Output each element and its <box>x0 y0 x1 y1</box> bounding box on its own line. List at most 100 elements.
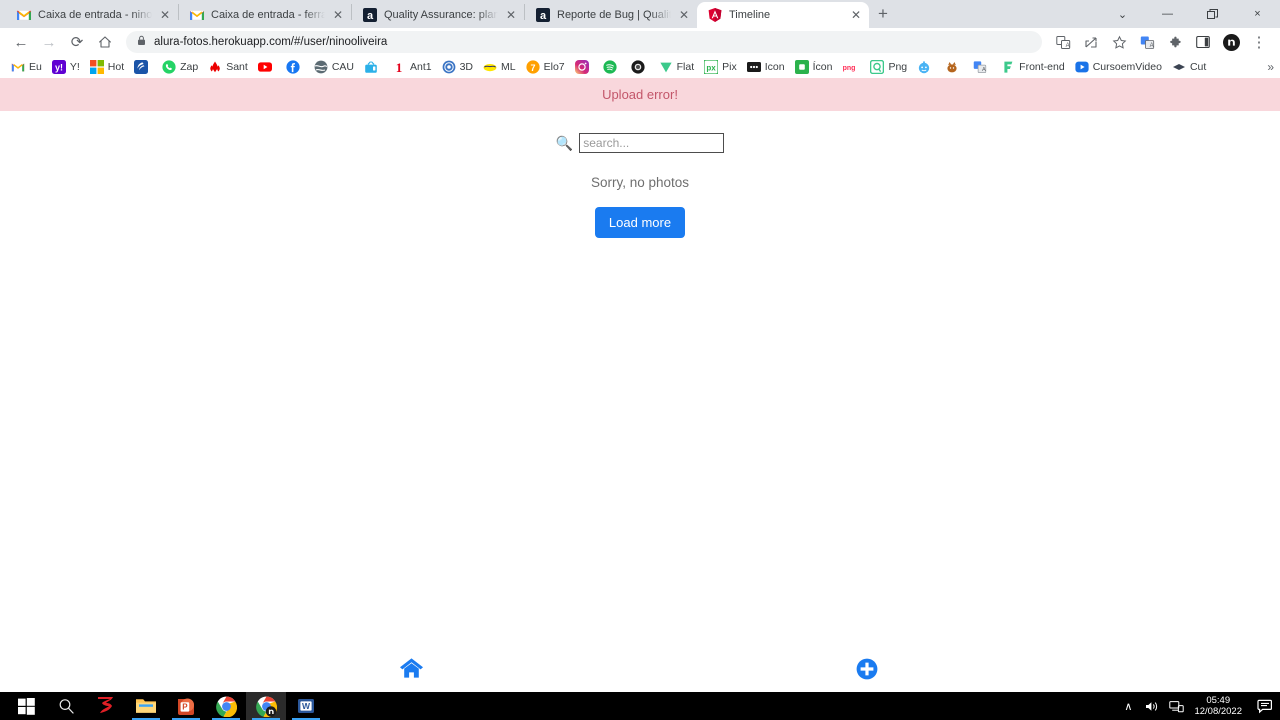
bookmark-item[interactable] <box>253 57 281 77</box>
browser-tab-1[interactable]: Caixa de entrada - ninoarquitetos ✕ <box>6 2 178 28</box>
bookmark-item[interactable] <box>912 57 940 77</box>
bookmark-item[interactable]: A <box>968 57 996 77</box>
taskbar-search-icon[interactable] <box>46 692 86 720</box>
bookmark-item[interactable] <box>940 57 968 77</box>
network-icon[interactable] <box>1164 692 1188 720</box>
close-icon[interactable]: ✕ <box>849 8 863 22</box>
bookmark-item[interactable]: px Pix <box>699 57 742 77</box>
tv-icon <box>364 60 378 74</box>
bookmark-label: Front-end <box>1019 61 1065 73</box>
profile-avatar-icon[interactable] <box>1218 29 1244 55</box>
lock-icon <box>136 33 147 51</box>
bookmark-label: Cut <box>1189 61 1207 73</box>
add-photo-icon[interactable] <box>856 658 878 685</box>
bookmark-item[interactable]: Front-end <box>996 57 1070 77</box>
forward-icon[interactable]: → <box>36 29 62 55</box>
bookmark-item[interactable]: Icon <box>742 57 790 77</box>
bookmark-item[interactable] <box>626 57 654 77</box>
bookmark-item[interactable]: Flat <box>654 57 700 77</box>
back-icon[interactable]: ← <box>8 29 34 55</box>
bookmark-item[interactable]: Cut <box>1167 57 1211 77</box>
share-icon[interactable] <box>1078 29 1104 55</box>
tab-search-chevron-icon[interactable]: ⌄ <box>1100 0 1145 28</box>
maximize-button[interactable] <box>1190 0 1235 28</box>
taskbar-word-icon[interactable]: W <box>286 692 326 720</box>
mercadolivre-icon <box>483 60 497 74</box>
sidepanel-icon[interactable] <box>1190 29 1216 55</box>
minimize-button[interactable]: — <box>1145 0 1190 28</box>
bookmark-item[interactable]: Png <box>865 57 912 77</box>
alura-icon: a <box>535 7 551 23</box>
bookmark-item[interactable]: y! Y! <box>47 57 85 77</box>
bookmark-item[interactable]: Eu <box>6 57 47 77</box>
volume-icon[interactable] <box>1140 692 1164 720</box>
close-icon[interactable]: ✕ <box>331 8 345 22</box>
bookmark-item[interactable]: Sant <box>203 57 253 77</box>
close-icon[interactable]: ✕ <box>677 8 691 22</box>
new-tab-button[interactable]: + <box>869 0 897 28</box>
bookmark-item[interactable]: CAU <box>309 57 359 77</box>
one-icon: 1 <box>392 60 406 75</box>
whatsapp-icon <box>162 60 176 74</box>
bookmark-item[interactable]: Zap <box>157 57 203 77</box>
bookmark-item[interactable]: ML <box>478 57 521 77</box>
bookmark-item[interactable] <box>359 57 387 77</box>
extensions-puzzle-icon[interactable] <box>1162 29 1188 55</box>
close-icon[interactable]: ✕ <box>504 8 518 22</box>
bookmark-star-icon[interactable] <box>1106 29 1132 55</box>
bookmark-label: Ant1 <box>409 61 432 73</box>
bookmark-label: CAU <box>331 61 354 73</box>
taskbar-powerpoint-icon[interactable]: P <box>166 692 206 720</box>
bookmark-label: Zap <box>180 61 199 73</box>
bookmark-item[interactable] <box>598 57 626 77</box>
bookmark-item[interactable]: 7 Elo7 <box>521 57 570 77</box>
taskbar-clock[interactable]: 05:49 12/08/2022 <box>1188 695 1250 717</box>
squirrel-icon <box>945 60 959 74</box>
svg-text:P: P <box>182 703 188 712</box>
bookmark-item[interactable]: Ícon <box>790 57 838 77</box>
bookmark-item[interactable]: Hot <box>85 57 129 77</box>
home-icon[interactable] <box>92 29 118 55</box>
yahoo-icon: y! <box>51 60 66 74</box>
upload-error-alert: Upload error! <box>0 78 1280 111</box>
show-hidden-icons-chevron-icon[interactable]: ∧ <box>1116 692 1140 720</box>
browser-tab-5-active[interactable]: Timeline ✕ <box>697 2 869 28</box>
elo7-icon: 7 <box>526 60 540 74</box>
search-input[interactable] <box>579 133 725 153</box>
browser-tab-2[interactable]: Caixa de entrada - ferramentasde ✕ <box>179 2 351 28</box>
taskbar-chrome-icon[interactable] <box>206 692 246 720</box>
taskbar-sketchup-icon[interactable] <box>86 692 126 720</box>
bookmark-item[interactable] <box>129 57 157 77</box>
taskbar-file-explorer-icon[interactable] <box>126 692 166 720</box>
bookmark-item[interactable]: CursoemVideo <box>1070 57 1167 77</box>
load-more-button[interactable]: Load more <box>594 207 686 238</box>
tab-title: Quality Assurance: plano de teste <box>384 9 498 21</box>
bookmark-item[interactable]: png <box>837 57 865 77</box>
bookmark-item[interactable] <box>281 57 309 77</box>
bookmarks-overflow-button[interactable]: » <box>1267 60 1274 74</box>
svg-text:A: A <box>1065 42 1069 48</box>
close-window-button[interactable]: × <box>1235 0 1280 28</box>
close-icon[interactable]: ✕ <box>158 8 172 22</box>
chrome-menu-icon[interactable]: ⋮ <box>1246 29 1272 55</box>
tab-title: Reporte de Bug | Quality Assuran <box>557 9 671 21</box>
system-tray: ∧ 05:49 12/08/2022 <box>1116 692 1280 720</box>
extension-translate-icon[interactable]: A <box>1134 29 1160 55</box>
taskbar-chrome-profile-icon[interactable] <box>246 692 286 720</box>
browser-tab-4[interactable]: a Reporte de Bug | Quality Assuran ✕ <box>525 2 697 28</box>
bookmark-item[interactable] <box>570 57 598 77</box>
gmail-icon <box>16 7 32 23</box>
bookmark-item[interactable]: 1 Ant1 <box>387 57 437 77</box>
notification-icon[interactable] <box>1250 692 1280 720</box>
alert-message: Upload error! <box>602 87 678 102</box>
address-bar[interactable]: alura-fotos.herokuapp.com/#/user/ninooli… <box>126 31 1042 53</box>
svg-text:W: W <box>302 701 311 711</box>
windows-start-icon[interactable] <box>6 692 46 720</box>
browser-tab-3[interactable]: a Quality Assurance: plano de teste ✕ <box>352 2 524 28</box>
bookmark-item[interactable]: 3D <box>437 57 478 77</box>
home-icon[interactable] <box>399 656 424 685</box>
reddit-icon <box>917 60 931 74</box>
reload-icon[interactable]: ⟳ <box>64 29 90 55</box>
translate-icon[interactable]: A <box>1050 29 1076 55</box>
address-bar-url: alura-fotos.herokuapp.com/#/user/ninooli… <box>154 36 388 48</box>
